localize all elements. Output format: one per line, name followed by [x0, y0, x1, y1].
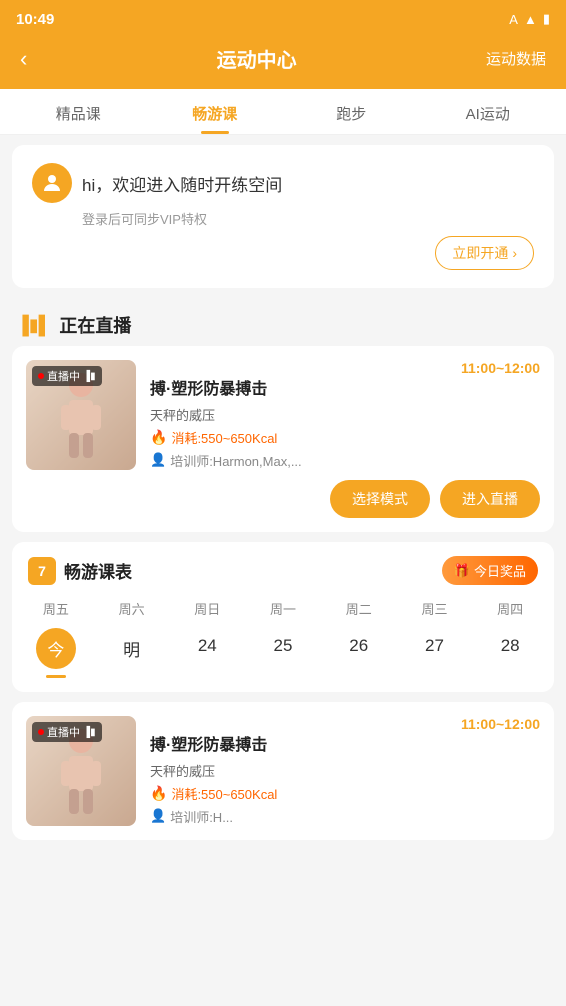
schedule-header: 7 畅游课表 🎁 今日奖品 [12, 542, 554, 593]
sport-data-link[interactable]: 运动数据 [486, 48, 546, 69]
fire-icon: 🔥 [150, 429, 167, 446]
day-header-6: 周四 [474, 597, 546, 620]
live-section-header: ▐▮▌ 正在直播 [0, 298, 566, 346]
schedule-title: 畅游课表 [64, 558, 132, 583]
vip-open-button[interactable]: 立即开通 › [435, 236, 534, 270]
live-trainer-2: 👤 培训师:H... [150, 807, 540, 826]
welcome-subtext: 登录后可同步VIP特权 [32, 209, 534, 228]
day-header-0: 周五 [20, 597, 92, 620]
day-2[interactable]: 24 [171, 628, 243, 678]
live-subtitle-2: 天秤的威压 [150, 761, 540, 780]
fire-icon-2: 🔥 [150, 785, 167, 802]
live-actions: 选择模式 进入直播 [26, 480, 540, 518]
live-dot-2 [38, 729, 44, 735]
live-time: 11:00~12:00 [150, 360, 540, 376]
day-today[interactable]: 今 [36, 628, 76, 669]
day-header-2: 周日 [171, 597, 243, 620]
live-title: 搏·塑形防暴搏击 [150, 380, 540, 401]
tab-changyou[interactable]: 畅游课 [147, 89, 284, 134]
day-header-3: 周一 [247, 597, 319, 620]
welcome-banner: hi，欢迎进入随时开练空间 登录后可同步VIP特权 立即开通 › [12, 145, 554, 288]
trainer-icon-2: 👤 [150, 808, 166, 824]
tab-paobu[interactable]: 跑步 [283, 89, 420, 134]
live-badge: 直播中 ▐▮ [32, 366, 102, 386]
live-info: 11:00~12:00 搏·塑形防暴搏击 天秤的威压 🔥 消耗:550~650K… [150, 360, 540, 470]
live-card-inner: 直播中 ▐▮ 11:00~12:00 搏·塑形防暴搏击 天秤的威压 🔥 消耗:5… [26, 360, 540, 470]
enter-live-button[interactable]: 进入直播 [440, 480, 540, 518]
battery-icon: ▮ [543, 11, 550, 27]
calendar-badge: 7 [28, 557, 56, 585]
choose-mode-button[interactable]: 选择模式 [330, 480, 430, 518]
header-title: 运动中心 [217, 44, 297, 73]
tab-jingpin[interactable]: 精品课 [10, 89, 147, 134]
wifi-icon: ▲ [524, 12, 537, 27]
live-card: 直播中 ▐▮ 11:00~12:00 搏·塑形防暴搏击 天秤的威压 🔥 消耗:5… [12, 346, 554, 532]
day-5[interactable]: 27 [399, 628, 471, 678]
live-trainer: 👤 培训师:Harmon,Max,... [150, 451, 540, 470]
live-calories: 🔥 消耗:550~650Kcal [150, 428, 540, 447]
day-4[interactable]: 26 [323, 628, 395, 678]
live-thumbnail: 直播中 ▐▮ [26, 360, 136, 470]
day-3[interactable]: 25 [247, 628, 319, 678]
tab-ai[interactable]: AI运动 [420, 89, 557, 134]
live-title-2: 搏·塑形防暴搏击 [150, 736, 540, 757]
live-card-2: 直播中 ▐▮ 11:00~12:00 搏·塑形防暴搏击 天秤的威压 🔥 消耗:5… [12, 702, 554, 840]
day-header-1: 周六 [96, 597, 168, 620]
back-button[interactable]: ‹ [20, 46, 27, 72]
schedule-section: 7 畅游课表 🎁 今日奖品 周五 周六 周日 周一 周二 周三 周四 今 明 2… [12, 542, 554, 692]
live-subtitle: 天秤的威压 [150, 405, 540, 424]
day-6[interactable]: 28 [474, 628, 546, 678]
welcome-top: hi，欢迎进入随时开练空间 [32, 163, 534, 203]
day-0-wrapper: 今 [20, 628, 92, 678]
avatar [32, 163, 72, 203]
live-info-2: 11:00~12:00 搏·塑形防暴搏击 天秤的威压 🔥 消耗:550~650K… [150, 716, 540, 826]
live-section-title: 正在直播 [59, 312, 131, 338]
live-calories-2: 🔥 消耗:550~650Kcal [150, 784, 540, 803]
status-bar: 10:49 A ▲ ▮ [0, 0, 566, 36]
today-reward-button[interactable]: 🎁 今日奖品 [442, 556, 538, 585]
live-card-2-inner: 直播中 ▐▮ 11:00~12:00 搏·塑形防暴搏击 天秤的威压 🔥 消耗:5… [26, 716, 540, 826]
day-headers: 周五 周六 周日 周一 周二 周三 周四 [12, 593, 554, 628]
day-header-5: 周三 [399, 597, 471, 620]
live-badge-2: 直播中 ▐▮ [32, 722, 102, 742]
today-indicator [46, 675, 66, 678]
header: ‹ 运动中心 运动数据 [0, 36, 566, 89]
status-time: 10:49 [16, 11, 54, 28]
day-header-4: 周二 [323, 597, 395, 620]
status-icons: A ▲ ▮ [509, 11, 550, 27]
live-dot [38, 373, 44, 379]
live-time-2: 11:00~12:00 [150, 716, 540, 732]
trainer-icon: 👤 [150, 452, 166, 468]
a-icon: A [509, 12, 518, 27]
day-numbers: 今 明 24 25 26 27 28 [12, 628, 554, 692]
day-1[interactable]: 明 [96, 628, 168, 678]
live-bars-icon: ▐▮▌ [16, 315, 51, 336]
live-thumbnail-2: 直播中 ▐▮ [26, 716, 136, 826]
schedule-header-left: 7 畅游课表 [28, 557, 132, 585]
tab-bar: 精品课 畅游课 跑步 AI运动 [0, 89, 566, 135]
welcome-greeting: hi，欢迎进入随时开练空间 [82, 171, 282, 196]
